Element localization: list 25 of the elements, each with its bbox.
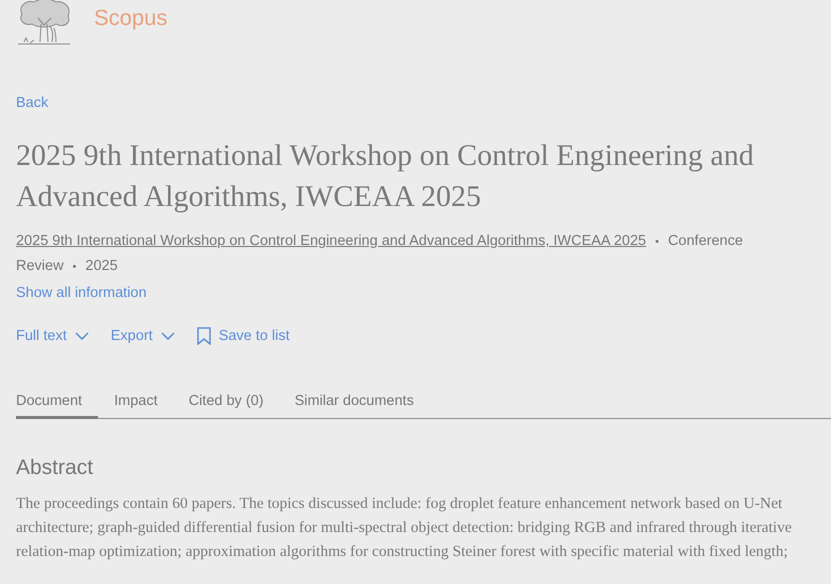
source-detail: Conference xyxy=(668,232,743,251)
save-to-list-button[interactable]: Save to list xyxy=(196,327,290,345)
chevron-down-icon xyxy=(160,332,175,340)
tab[interactable]: Document xyxy=(16,393,98,419)
separator-dot: • xyxy=(655,235,659,250)
separator-dot: • xyxy=(72,260,76,275)
abstract-line: relation-map optimization; approximation algorithms for constructing Steiner forest with specific material with fixed length; xyxy=(16,542,788,562)
bookmark-icon xyxy=(196,327,211,345)
back-link[interactable]: Back xyxy=(16,95,48,111)
source-title-link[interactable]: 2025 9th International Workshop on Control Engineering and Advanced Algorithms, IWCEAA 2025 xyxy=(16,229,646,253)
dropdown-button[interactable]: Export xyxy=(110,327,175,345)
abstract-line: architecture; graph-guided differential fusion for multi-spectral object detection: bridging RGB and infrared through iterative xyxy=(16,518,792,538)
chevron-down-icon xyxy=(74,332,89,340)
brand-name: Scopus xyxy=(94,5,168,31)
source-detail: Review xyxy=(16,257,64,276)
dropdown-button[interactable]: Full text xyxy=(16,327,89,345)
tab[interactable]: Similar documents xyxy=(294,393,414,419)
abstract-line: The proceedings contain 60 papers. The topics discussed include: fog droplet feature enhancement network based on U-Net xyxy=(16,494,782,514)
abstract-heading: Abstract xyxy=(16,456,94,480)
tab[interactable]: Cited by (0) xyxy=(188,393,264,419)
tab[interactable]: Impact xyxy=(114,393,158,419)
source-detail: 2025 xyxy=(85,257,118,276)
tree-logo-icon xyxy=(16,0,72,46)
document-title: 2025 9th International Workshop on Control Engineering and Advanced Algorithms, IWCEAA 2025 xyxy=(16,138,755,215)
show-all-information-link[interactable]: Show all information xyxy=(16,285,147,301)
